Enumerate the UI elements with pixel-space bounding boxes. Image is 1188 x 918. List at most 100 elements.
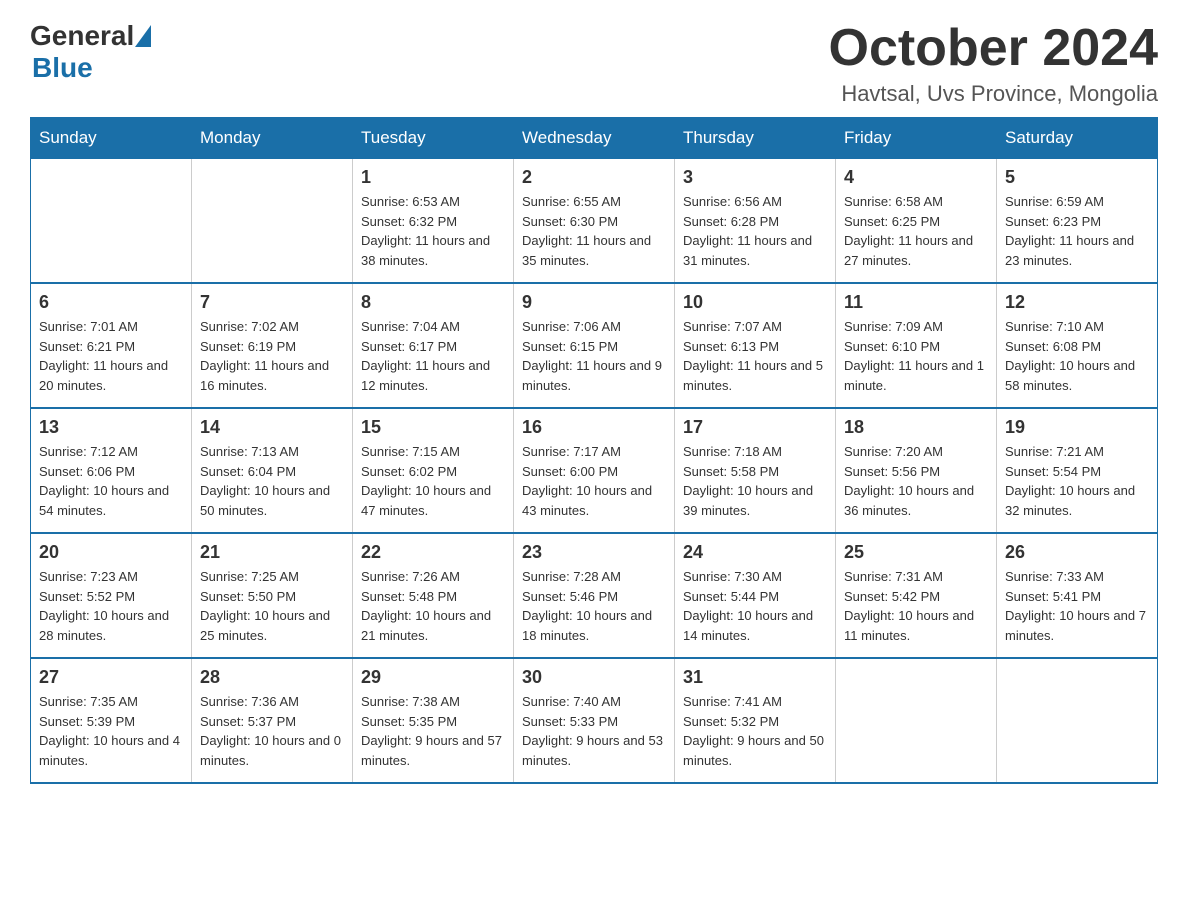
day-number: 17 — [683, 417, 827, 438]
day-info: Sunrise: 7:23 AM Sunset: 5:52 PM Dayligh… — [39, 567, 183, 645]
calendar-cell — [836, 658, 997, 783]
calendar-cell: 8 Sunrise: 7:04 AM Sunset: 6:17 PM Daylig… — [353, 283, 514, 408]
logo-general-text: General — [30, 20, 134, 52]
day-number: 24 — [683, 542, 827, 563]
day-number: 10 — [683, 292, 827, 313]
month-title: October 2024 — [829, 20, 1159, 77]
calendar-cell: 23 Sunrise: 7:28 AM Sunset: 5:46 PM Dayli… — [514, 533, 675, 658]
day-info: Sunrise: 7:18 AM Sunset: 5:58 PM Dayligh… — [683, 442, 827, 520]
calendar-cell: 7 Sunrise: 7:02 AM Sunset: 6:19 PM Daylig… — [192, 283, 353, 408]
title-block: October 2024 Havtsal, Uvs Province, Mong… — [829, 20, 1159, 107]
calendar-week-4: 20 Sunrise: 7:23 AM Sunset: 5:52 PM Dayli… — [31, 533, 1158, 658]
day-number: 30 — [522, 667, 666, 688]
day-info: Sunrise: 7:35 AM Sunset: 5:39 PM Dayligh… — [39, 692, 183, 770]
calendar-cell: 15Sunrise: 7:15 AM Sunset: 6:02 PM Dayli… — [353, 408, 514, 533]
day-number: 7 — [200, 292, 344, 313]
day-info: Sunrise: 7:13 AM Sunset: 6:04 PM Dayligh… — [200, 442, 344, 520]
day-info: Sunrise: 7:21 AM Sunset: 5:54 PM Dayligh… — [1005, 442, 1149, 520]
calendar-week-2: 6Sunrise: 7:01 AM Sunset: 6:21 PM Daylig… — [31, 283, 1158, 408]
day-number: 9 — [522, 292, 666, 313]
day-info: Sunrise: 7:31 AM Sunset: 5:42 PM Dayligh… — [844, 567, 988, 645]
day-info: Sunrise: 7:02 AM Sunset: 6:19 PM Dayligh… — [200, 317, 344, 395]
calendar-week-5: 27Sunrise: 7:35 AM Sunset: 5:39 PM Dayli… — [31, 658, 1158, 783]
day-number: 13 — [39, 417, 183, 438]
day-number: 29 — [361, 667, 505, 688]
day-number: 22 — [361, 542, 505, 563]
day-info: Sunrise: 6:56 AM Sunset: 6:28 PM Dayligh… — [683, 192, 827, 270]
calendar-cell: 18Sunrise: 7:20 AM Sunset: 5:56 PM Dayli… — [836, 408, 997, 533]
calendar-cell: 4 Sunrise: 6:58 AM Sunset: 6:25 PM Daylig… — [836, 159, 997, 284]
day-number: 4 — [844, 167, 988, 188]
logo-blue-text: Blue — [32, 52, 93, 84]
day-number: 1 — [361, 167, 505, 188]
calendar-cell: 1 Sunrise: 6:53 AM Sunset: 6:32 PM Daylig… — [353, 159, 514, 284]
calendar-cell: 3 Sunrise: 6:56 AM Sunset: 6:28 PM Daylig… — [675, 159, 836, 284]
weekday-header-tuesday: Tuesday — [353, 118, 514, 159]
day-info: Sunrise: 6:59 AM Sunset: 6:23 PM Dayligh… — [1005, 192, 1149, 270]
calendar-cell: 30 Sunrise: 7:40 AM Sunset: 5:33 PM Dayli… — [514, 658, 675, 783]
calendar-week-3: 13 Sunrise: 7:12 AM Sunset: 6:06 PM Dayli… — [31, 408, 1158, 533]
day-number: 12 — [1005, 292, 1149, 313]
calendar-cell: 13 Sunrise: 7:12 AM Sunset: 6:06 PM Dayli… — [31, 408, 192, 533]
weekday-header-sunday: Sunday — [31, 118, 192, 159]
day-info: Sunrise: 7:17 AM Sunset: 6:00 PM Dayligh… — [522, 442, 666, 520]
day-number: 8 — [361, 292, 505, 313]
day-info: Sunrise: 7:15 AM Sunset: 6:02 PM Dayligh… — [361, 442, 505, 520]
calendar-cell: 9 Sunrise: 7:06 AM Sunset: 6:15 PM Daylig… — [514, 283, 675, 408]
day-info: Sunrise: 7:41 AM Sunset: 5:32 PM Dayligh… — [683, 692, 827, 770]
calendar-cell: 10 Sunrise: 7:07 AM Sunset: 6:13 PM Dayli… — [675, 283, 836, 408]
calendar-header: SundayMondayTuesdayWednesdayThursdayFrid… — [31, 118, 1158, 159]
page-header: General Blue October 2024 Havtsal, Uvs P… — [30, 20, 1158, 107]
calendar-cell: 31 Sunrise: 7:41 AM Sunset: 5:32 PM Dayli… — [675, 658, 836, 783]
calendar-cell: 12Sunrise: 7:10 AM Sunset: 6:08 PM Dayli… — [997, 283, 1158, 408]
calendar-cell: 19Sunrise: 7:21 AM Sunset: 5:54 PM Dayli… — [997, 408, 1158, 533]
day-number: 5 — [1005, 167, 1149, 188]
calendar-body: 1 Sunrise: 6:53 AM Sunset: 6:32 PM Daylig… — [31, 159, 1158, 784]
day-number: 3 — [683, 167, 827, 188]
day-info: Sunrise: 7:28 AM Sunset: 5:46 PM Dayligh… — [522, 567, 666, 645]
day-number: 2 — [522, 167, 666, 188]
logo-triangle-icon — [135, 25, 151, 47]
day-info: Sunrise: 6:58 AM Sunset: 6:25 PM Dayligh… — [844, 192, 988, 270]
day-number: 31 — [683, 667, 827, 688]
calendar-cell: 21Sunrise: 7:25 AM Sunset: 5:50 PM Dayli… — [192, 533, 353, 658]
day-info: Sunrise: 7:04 AM Sunset: 6:17 PM Dayligh… — [361, 317, 505, 395]
calendar-cell: 29Sunrise: 7:38 AM Sunset: 5:35 PM Dayli… — [353, 658, 514, 783]
day-info: Sunrise: 7:40 AM Sunset: 5:33 PM Dayligh… — [522, 692, 666, 770]
day-number: 23 — [522, 542, 666, 563]
day-info: Sunrise: 7:30 AM Sunset: 5:44 PM Dayligh… — [683, 567, 827, 645]
calendar-table: SundayMondayTuesdayWednesdayThursdayFrid… — [30, 117, 1158, 784]
location-subtitle: Havtsal, Uvs Province, Mongolia — [829, 81, 1159, 107]
day-number: 11 — [844, 292, 988, 313]
day-number: 20 — [39, 542, 183, 563]
calendar-cell: 26Sunrise: 7:33 AM Sunset: 5:41 PM Dayli… — [997, 533, 1158, 658]
weekday-header-saturday: Saturday — [997, 118, 1158, 159]
calendar-cell: 28 Sunrise: 7:36 AM Sunset: 5:37 PM Dayli… — [192, 658, 353, 783]
day-info: Sunrise: 7:25 AM Sunset: 5:50 PM Dayligh… — [200, 567, 344, 645]
day-info: Sunrise: 7:20 AM Sunset: 5:56 PM Dayligh… — [844, 442, 988, 520]
day-info: Sunrise: 7:06 AM Sunset: 6:15 PM Dayligh… — [522, 317, 666, 395]
weekday-header-row: SundayMondayTuesdayWednesdayThursdayFrid… — [31, 118, 1158, 159]
weekday-header-friday: Friday — [836, 118, 997, 159]
day-number: 28 — [200, 667, 344, 688]
calendar-cell: 24 Sunrise: 7:30 AM Sunset: 5:44 PM Dayli… — [675, 533, 836, 658]
calendar-cell: 5 Sunrise: 6:59 AM Sunset: 6:23 PM Daylig… — [997, 159, 1158, 284]
calendar-cell — [192, 159, 353, 284]
logo: General Blue — [30, 20, 151, 84]
day-number: 16 — [522, 417, 666, 438]
day-info: Sunrise: 7:01 AM Sunset: 6:21 PM Dayligh… — [39, 317, 183, 395]
calendar-cell: 2 Sunrise: 6:55 AM Sunset: 6:30 PM Daylig… — [514, 159, 675, 284]
day-info: Sunrise: 7:07 AM Sunset: 6:13 PM Dayligh… — [683, 317, 827, 395]
calendar-cell: 14 Sunrise: 7:13 AM Sunset: 6:04 PM Dayli… — [192, 408, 353, 533]
day-info: Sunrise: 7:09 AM Sunset: 6:10 PM Dayligh… — [844, 317, 988, 395]
day-info: Sunrise: 6:55 AM Sunset: 6:30 PM Dayligh… — [522, 192, 666, 270]
day-info: Sunrise: 6:53 AM Sunset: 6:32 PM Dayligh… — [361, 192, 505, 270]
day-number: 26 — [1005, 542, 1149, 563]
calendar-cell: 20 Sunrise: 7:23 AM Sunset: 5:52 PM Dayli… — [31, 533, 192, 658]
day-number: 25 — [844, 542, 988, 563]
day-number: 14 — [200, 417, 344, 438]
day-info: Sunrise: 7:36 AM Sunset: 5:37 PM Dayligh… — [200, 692, 344, 770]
calendar-week-1: 1 Sunrise: 6:53 AM Sunset: 6:32 PM Daylig… — [31, 159, 1158, 284]
calendar-cell: 16 Sunrise: 7:17 AM Sunset: 6:00 PM Dayli… — [514, 408, 675, 533]
day-info: Sunrise: 7:12 AM Sunset: 6:06 PM Dayligh… — [39, 442, 183, 520]
